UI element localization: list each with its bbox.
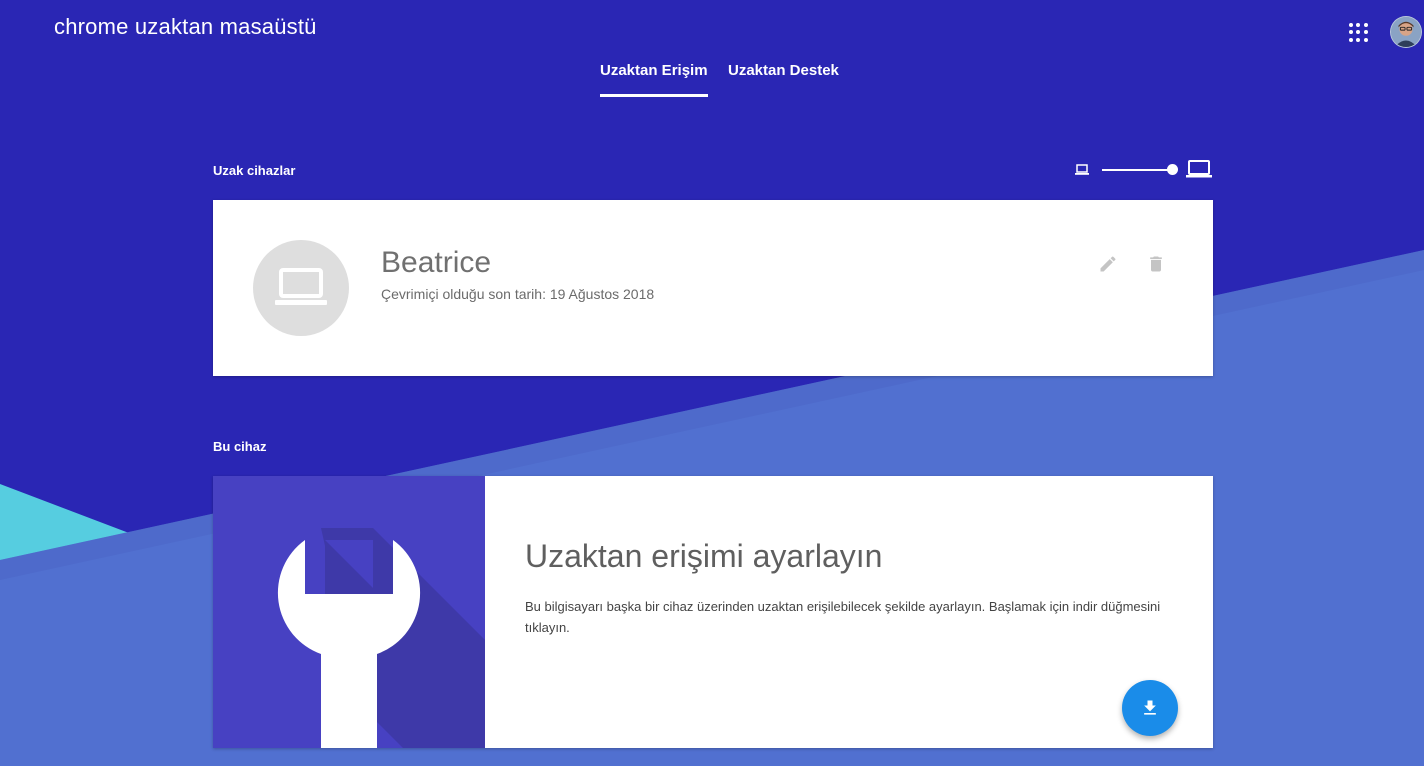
wrench-icon (213, 476, 485, 748)
device-card-beatrice[interactable]: Beatrice Çevrimiçi olduğu son tarih: 19 … (213, 200, 1213, 376)
setup-description: Bu bilgisayarı başka bir cihaz üzerinden… (525, 599, 1161, 635)
laptop-icon (253, 240, 349, 336)
slider-thumb[interactable] (1167, 164, 1178, 175)
laptop-large-icon[interactable] (1185, 158, 1213, 180)
tab-bar: Uzaktan Erişim Uzaktan Destek (0, 62, 1424, 98)
apps-grid-icon[interactable] (1344, 18, 1372, 46)
slider-track[interactable] (1102, 169, 1174, 171)
device-size-slider[interactable] (1072, 158, 1214, 182)
account-avatar[interactable] (1390, 16, 1422, 48)
laptop-small-icon[interactable] (1074, 163, 1090, 177)
download-icon (1144, 700, 1156, 715)
device-name: Beatrice (381, 246, 492, 279)
setup-remote-access-card: Uzaktan erişimi ayarlayın Bu bilgisayarı… (213, 476, 1213, 748)
remote-devices-label: Uzak cihazlar (213, 163, 296, 178)
app-title: chrome uzaktan masaüstü (54, 14, 317, 39)
active-tab-indicator (600, 94, 708, 97)
device-status: Çevrimiçi olduğu son tarih: 19 Ağustos 2… (381, 286, 655, 302)
edit-icon[interactable] (1094, 250, 1122, 278)
this-device-label: Bu cihaz (213, 439, 267, 454)
tab-remote-access[interactable]: Uzaktan Erişim (600, 62, 708, 98)
tab-remote-support[interactable]: Uzaktan Destek (728, 62, 839, 98)
delete-icon[interactable] (1142, 250, 1170, 278)
download-button[interactable] (1122, 680, 1178, 736)
setup-title: Uzaktan erişimi ayarlayın (525, 538, 883, 574)
